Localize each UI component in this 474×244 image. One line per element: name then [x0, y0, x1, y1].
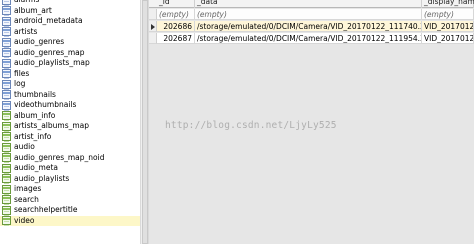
tree-item-audio_genres_map[interactable]: audio_genres_map	[0, 48, 140, 59]
tree-item-images[interactable]: images	[0, 184, 140, 195]
view-icon	[2, 142, 11, 153]
tree-scrollbar-thumb[interactable]	[142, 0, 148, 244]
tree-item-audio_genres_map_noid[interactable]: audio_genres_map_noid	[0, 153, 140, 164]
cell-data[interactable]: /storage/emulated/0/DCIM/Camera/VID_2017…	[195, 21, 422, 32]
tree-item-log[interactable]: log	[0, 79, 140, 90]
table-icon	[2, 0, 11, 6]
tree-item-label: audio_genres_map	[14, 47, 85, 57]
cell-id[interactable]: 202686	[157, 21, 195, 32]
table-icon	[2, 58, 11, 69]
object-tree: alarms album_art android_metadata artist…	[0, 0, 140, 244]
column-header-id[interactable]: _id	[157, 0, 195, 8]
table-icon	[2, 27, 11, 38]
tree-item-video[interactable]: video	[0, 215, 140, 227]
view-icon	[2, 205, 11, 216]
tree-item-label: thumbnails	[14, 89, 56, 99]
tree-item-label: audio_meta	[14, 163, 58, 173]
tree-item-files[interactable]: files	[0, 69, 140, 80]
tree-item-label: searchhelpertitle	[14, 205, 78, 215]
view-icon	[2, 111, 11, 122]
tree-item-artists[interactable]: artists	[0, 27, 140, 38]
tree-item-label: album_info	[14, 110, 56, 120]
tree-item-label: artists_albums_map	[14, 121, 90, 131]
view-icon	[2, 163, 11, 174]
cell-display-name[interactable]: VID_20170122_1	[422, 21, 474, 32]
tree-item-label: alarms	[14, 0, 39, 5]
table-icon	[2, 100, 11, 111]
current-row-indicator	[149, 21, 157, 32]
table-icon	[2, 79, 11, 90]
table-icon	[2, 16, 11, 27]
tree-item-artists_albums_map[interactable]: artists_albums_map	[0, 121, 140, 132]
tree-item-thumbnails[interactable]: thumbnails	[0, 90, 140, 101]
filter-cell-id[interactable]: (empty)	[157, 9, 195, 20]
tree-item-label: search	[14, 194, 39, 204]
tree-scrollbar[interactable]	[140, 0, 149, 244]
tree-item-label: images	[14, 184, 42, 194]
cell-id[interactable]: 202687	[157, 33, 195, 44]
tree-item-label: audio	[14, 142, 35, 152]
view-icon	[2, 174, 11, 185]
table-icon	[2, 6, 11, 17]
view-icon	[2, 153, 11, 164]
table-icon	[2, 69, 11, 80]
tree-item-label: artist_info	[14, 131, 52, 141]
play-arrow-icon	[151, 24, 155, 30]
tree-item-label: audio_genres_map_noid	[14, 152, 105, 162]
grid-header: _id _data _display_name	[149, 0, 474, 8]
tree-item-label: files	[14, 68, 30, 78]
row-indicator	[149, 9, 157, 20]
filter-cell-display-name[interactable]: (empty)	[422, 9, 474, 20]
tree-item-audio_playlists_map[interactable]: audio_playlists_map	[0, 58, 140, 69]
tree-item-label: log	[14, 79, 26, 89]
view-icon	[2, 132, 11, 143]
tree-item-label: artists	[14, 26, 38, 36]
table-row[interactable]: 202687 /storage/emulated/0/DCIM/Camera/V…	[149, 33, 474, 44]
tree-item-label: android_metadata	[14, 16, 83, 26]
tree-item-audio_genres[interactable]: audio_genres	[0, 37, 140, 48]
table-icon	[2, 48, 11, 59]
view-icon	[2, 195, 11, 206]
column-header-display-name[interactable]: _display_name	[422, 0, 474, 8]
tree-item-audio_playlists[interactable]: audio_playlists	[0, 174, 140, 185]
tree-item-label: audio_playlists	[14, 173, 70, 183]
tree-item-audio[interactable]: audio	[0, 142, 140, 153]
column-header-data[interactable]: _data	[195, 0, 422, 8]
table-icon	[2, 90, 11, 101]
view-icon	[2, 184, 11, 195]
row-indicator	[149, 33, 157, 44]
tree-item-audio_meta[interactable]: audio_meta	[0, 163, 140, 174]
view-icon	[2, 121, 11, 132]
tree-item-label: video	[14, 215, 35, 225]
filter-cell-data[interactable]: (empty)	[195, 9, 422, 20]
tree-item-searchhelpertitle[interactable]: searchhelpertitle	[0, 205, 140, 216]
tree-item-label: album_art	[14, 5, 52, 15]
watermark-text: http://blog.csdn.net/LjyLy525	[165, 120, 337, 131]
tree-item-videothumbnails[interactable]: videothumbnails	[0, 100, 140, 111]
table-icon	[2, 37, 11, 48]
tree-item-android_metadata[interactable]: android_metadata	[0, 16, 140, 27]
tree-item-label: audio_genres	[14, 37, 65, 47]
tree-item-label: audio_playlists_map	[14, 58, 90, 68]
tree-item-label: videothumbnails	[14, 100, 77, 110]
view-icon	[2, 216, 11, 227]
table-row[interactable]: 202686 /storage/emulated/0/DCIM/Camera/V…	[149, 21, 474, 32]
tree-item-album_info[interactable]: album_info	[0, 111, 140, 122]
tree-item-search[interactable]: search	[0, 195, 140, 206]
filter-row: (empty) (empty) (empty)	[149, 9, 474, 20]
tree-item-artist_info[interactable]: artist_info	[0, 132, 140, 143]
tree-item-album_art[interactable]: album_art	[0, 6, 140, 17]
cell-display-name[interactable]: VID_20170122_1	[422, 33, 474, 44]
cell-data[interactable]: /storage/emulated/0/DCIM/Camera/VID_2017…	[195, 33, 422, 44]
